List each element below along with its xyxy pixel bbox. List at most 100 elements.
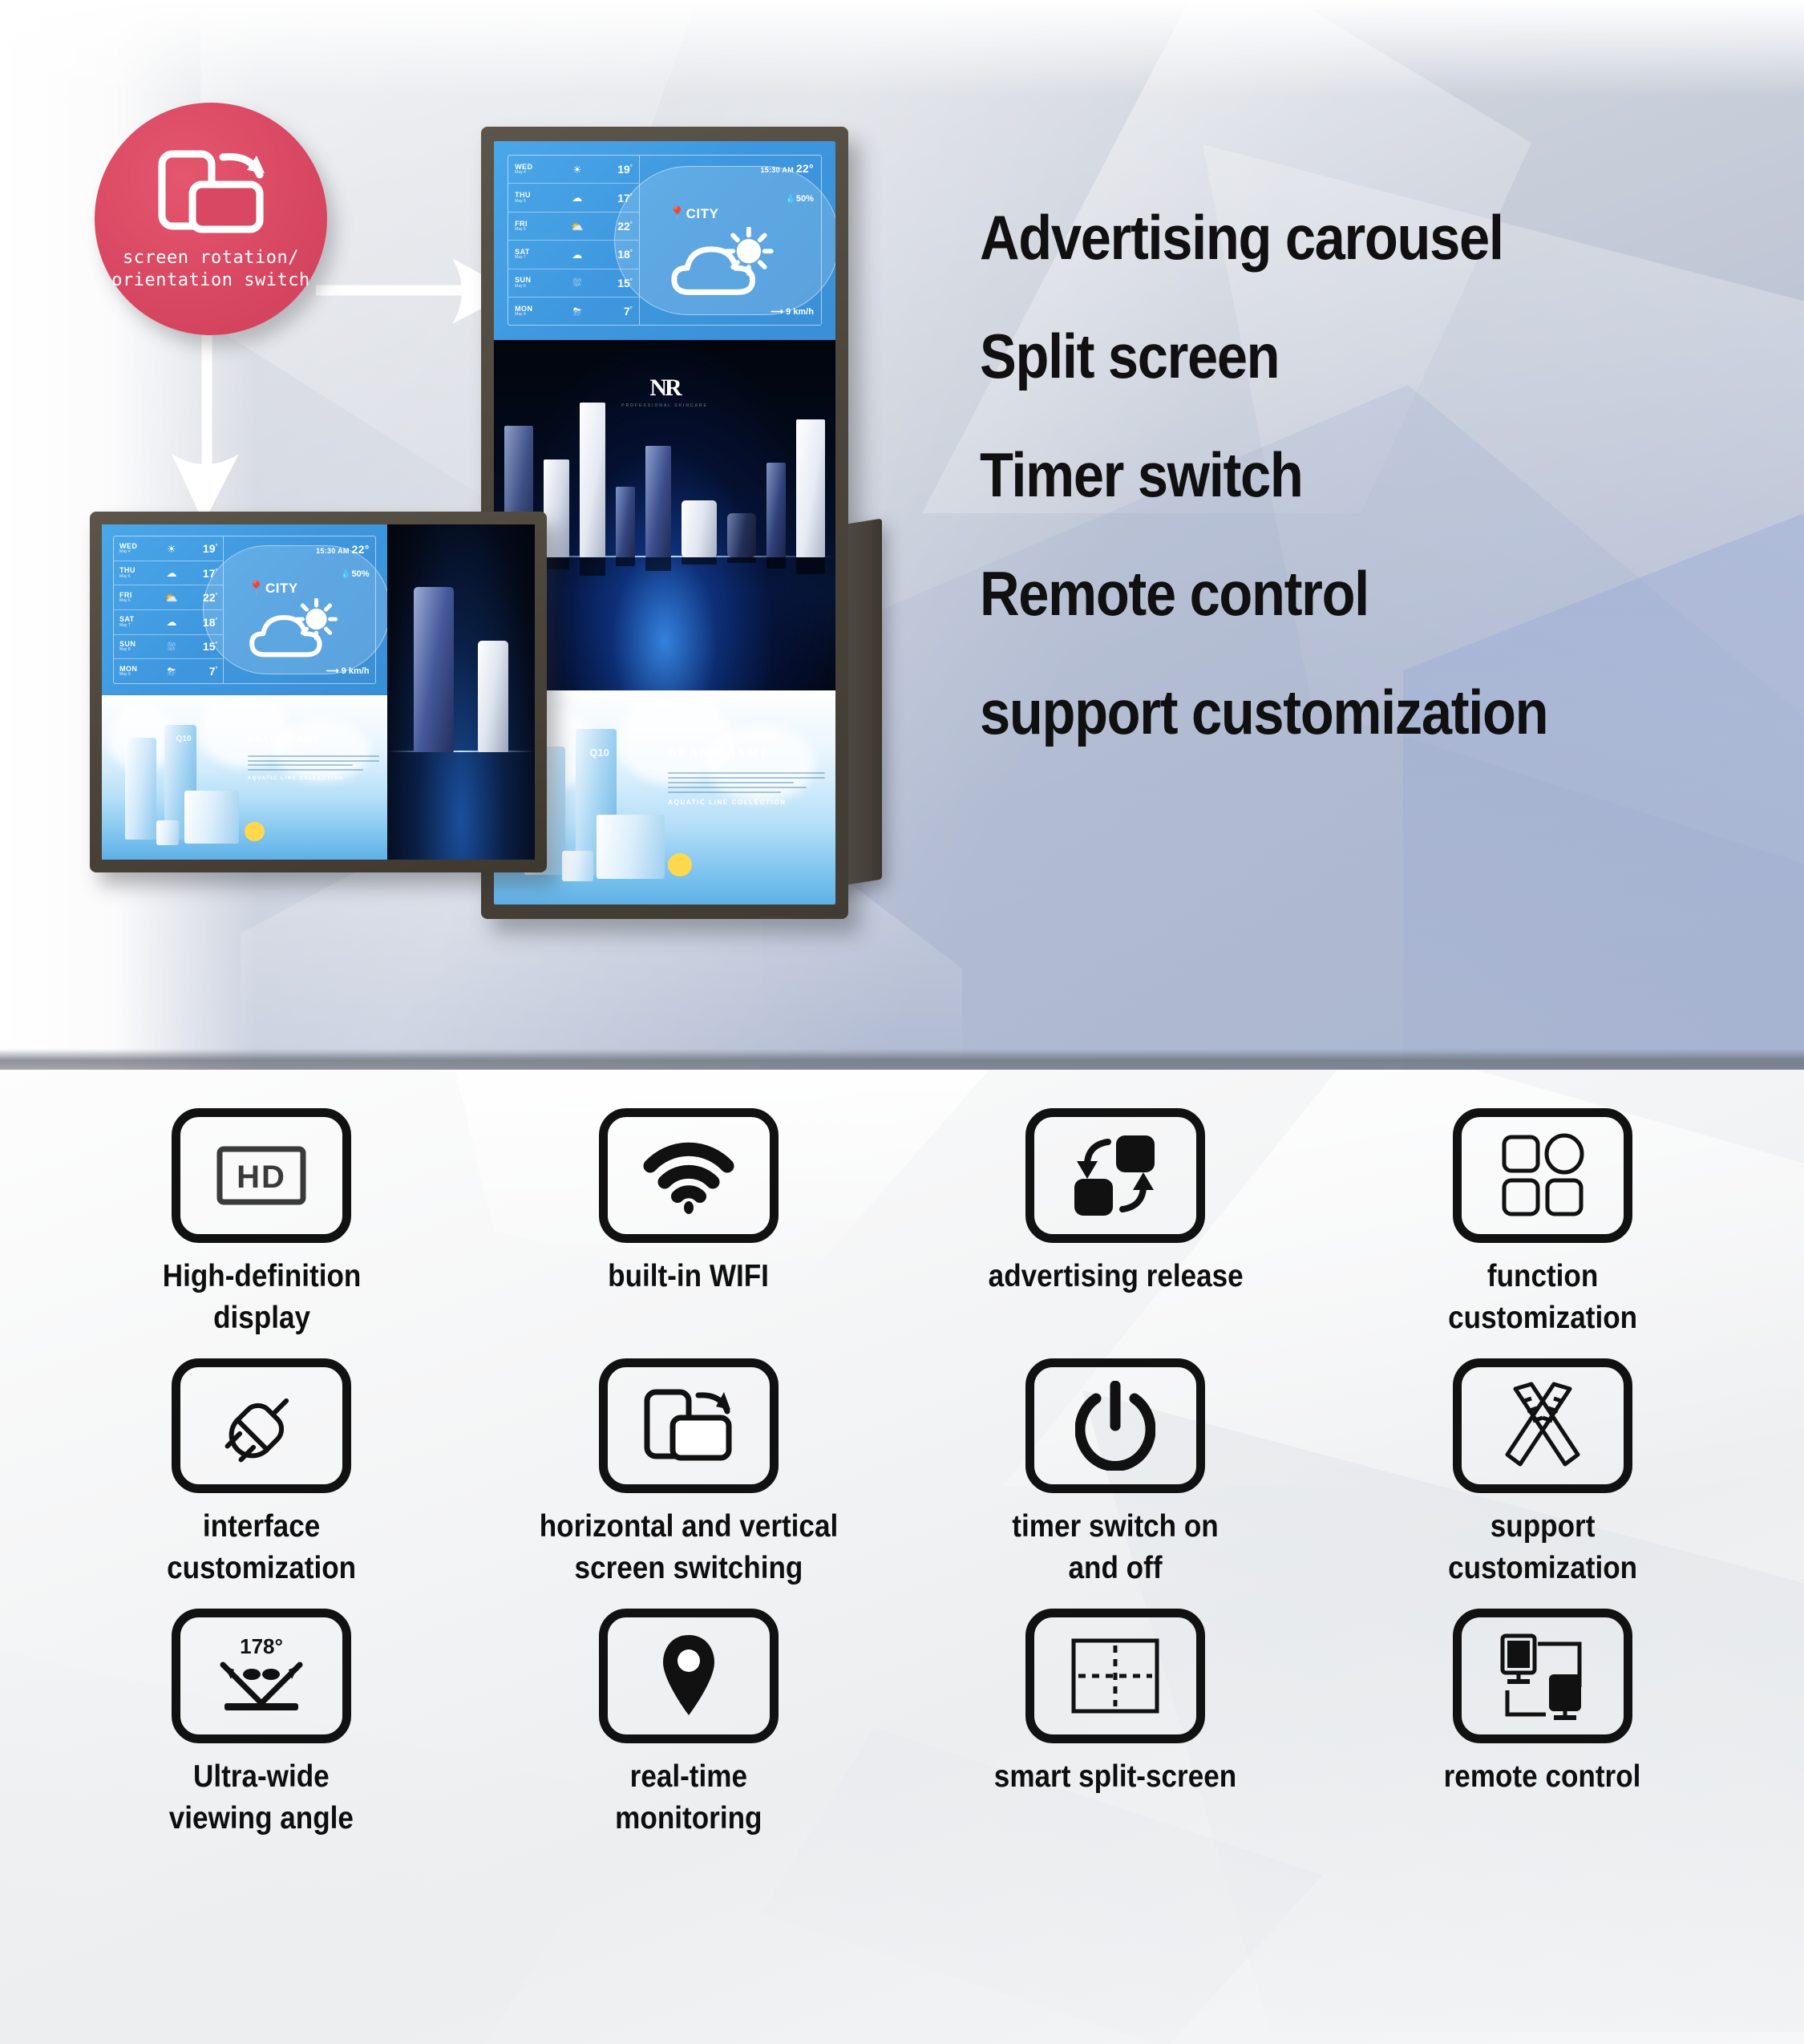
headline-item: Timer switch	[980, 439, 1304, 510]
feature-label: smart split-screen	[994, 1759, 1237, 1794]
weather-wind: 9 km/h	[786, 306, 814, 317]
forecast-row: SUN May 8 ⛆ 15°	[114, 635, 224, 660]
feature-item-advertising-release[interactable]: advertising release	[902, 1108, 1329, 1339]
feature-label: real-time monitoring	[615, 1759, 762, 1836]
forecast-date: May 8	[515, 283, 526, 289]
feature-item-remote-control[interactable]: remote control	[1329, 1609, 1757, 1840]
wifi-icon	[598, 1108, 779, 1243]
weather-city: CITY	[686, 206, 719, 222]
feature-item-support-customization[interactable]: support customization	[1329, 1358, 1757, 1589]
product-tube	[124, 738, 156, 840]
weather-wind: 9 km/h	[341, 666, 370, 676]
forecast-row: WED May 4 ☀ 19°	[114, 536, 224, 561]
display-bezel: WED May 4 ☀ 19° THU May 5 ☁ 17° FRI May …	[90, 512, 547, 872]
product-bottle	[766, 463, 787, 569]
viewing-angle-value: 178°	[240, 1634, 283, 1658]
split-left-column: WED May 4 ☀ 19° THU May 5 ☁ 17° FRI May …	[102, 524, 391, 860]
feature-item-screen-switching[interactable]: horizontal and vertical screen switching	[475, 1358, 903, 1589]
section-divider-shadow	[0, 1049, 1804, 1070]
feature-item-timer-switch[interactable]: timer switch on and off	[902, 1358, 1329, 1589]
product-bottle	[414, 586, 455, 753]
brand-subtitle: COSMETICS	[668, 761, 722, 767]
forecast-date: May 6	[515, 227, 526, 233]
brand-collection: AQUATIC LINE COLLECTION	[668, 799, 787, 807]
ruler-pencil-icon	[1452, 1358, 1632, 1493]
brand-ad-copy: BRAND NAME COSMETICS AQUATIC LINE COLLEC…	[247, 735, 379, 781]
feature-label: remote control	[1443, 1759, 1641, 1794]
snow-cloud-icon: ⛈	[572, 305, 581, 318]
feature-label: interface customization	[167, 1509, 357, 1585]
sun-behind-cloud-icon	[245, 597, 346, 662]
headline-item: support customization	[980, 677, 1549, 747]
forecast-date: May 5	[119, 573, 131, 579]
location-pin-icon	[598, 1609, 779, 1743]
copy-lines	[668, 771, 826, 794]
power-icon	[1025, 1358, 1206, 1493]
feature-item-hd-display[interactable]: HD High-definition display	[48, 1108, 475, 1339]
flower-decoration	[245, 821, 265, 842]
feature-item-realtime-monitoring[interactable]: real-time monitoring	[475, 1609, 903, 1840]
forecast-row: SUN May 8 ⛆ 15°	[508, 269, 639, 298]
sun-cloud-icon: ⛅	[164, 591, 178, 604]
droplet-icon: 💧	[340, 569, 352, 580]
screen-rotation-icon	[151, 146, 271, 241]
snow-cloud-icon: ⛈	[167, 665, 176, 678]
forecast-temp: 7	[208, 665, 216, 678]
forecast-row: MON May 9 ⛈ 7°	[119, 664, 218, 678]
feature-label: High-definition display	[162, 1259, 362, 1335]
feature-label: timer switch on and off	[1012, 1509, 1219, 1585]
product-jar	[184, 791, 240, 844]
feature-item-viewing-angle[interactable]: 178° Ultra-wide viewing angle	[48, 1609, 475, 1840]
viewing-angle-icon: 178°	[172, 1609, 352, 1743]
product-jar	[596, 815, 665, 879]
product-label: Q10	[176, 735, 192, 744]
feature-label: horizontal and vertical screen switching	[539, 1509, 839, 1585]
brand-ad-pane: Q10 BRAND NAME COSMETICS AQUATIC LINE CO…	[102, 695, 388, 860]
remote-control-icon	[1452, 1609, 1632, 1743]
sun-cloud-icon: ⛅	[570, 220, 584, 233]
feature-item-interface-customization[interactable]: interface customization	[48, 1358, 475, 1589]
svg-text:HD: HD	[237, 1160, 286, 1195]
weather-time: 15:30 AM	[760, 166, 795, 175]
copy-lines	[247, 755, 379, 771]
product-bottle	[579, 402, 605, 577]
product-bottle	[543, 459, 569, 569]
forecast-row: MON May 9 ⛈ 7°	[515, 304, 633, 318]
weather-widget: WED May 4 ☀ 19° THU May 5 ☁ 17° FRI May …	[494, 141, 835, 340]
weather-time: 15:30 AM	[316, 546, 350, 555]
split-screen-icon	[1025, 1609, 1206, 1743]
cloud-icon: ☁	[166, 616, 177, 629]
product-bottle	[796, 419, 826, 575]
weather-humidity: 50%	[351, 569, 370, 580]
feature-label: Ultra-wide viewing angle	[169, 1759, 354, 1836]
arrow-to-landscape-display	[172, 313, 239, 523]
forecast-date: May 8	[119, 647, 131, 653]
forecast-date: May 9	[515, 312, 526, 318]
badge-label: screen rotation/ orientation switch	[111, 248, 310, 290]
headline-item: Split screen	[980, 321, 1280, 391]
hd-display-icon: HD	[172, 1108, 352, 1243]
function-customization-icon	[1452, 1108, 1632, 1243]
display-screen[interactable]: WED May 4 ☀ 19° THU May 5 ☁ 17° FRI May …	[102, 524, 535, 860]
headline-item: Advertising carousel	[980, 202, 1504, 273]
weather-current-temp: 22°	[795, 162, 814, 176]
background-highlight-top	[0, 0, 1804, 96]
feature-label: support customization	[1447, 1509, 1637, 1585]
weather-city: CITY	[265, 581, 298, 597]
forecast-row: WED May 4 ☀ 19°	[508, 156, 639, 184]
forecast-temp: 7	[624, 305, 630, 318]
screen-rotation-badge[interactable]: screen rotation/ orientation switch	[95, 103, 327, 335]
product-lineup	[504, 389, 826, 577]
feature-item-function-customization[interactable]: function customization	[1329, 1108, 1757, 1339]
feature-label: advertising release	[988, 1259, 1244, 1293]
product-jar	[681, 500, 718, 565]
weather-current: 15:30 AM 22° 💧50% 📍CITY ⟶ 9 km/h	[202, 536, 391, 683]
forecast-date: May 5	[515, 198, 526, 204]
forecast-date: May 7	[119, 622, 131, 628]
forecast-temp: 19	[617, 163, 630, 176]
feature-item-split-screen[interactable]: smart split-screen	[902, 1609, 1329, 1840]
feature-item-wifi[interactable]: built-in WIFI	[475, 1108, 903, 1339]
forecast-date: May 6	[119, 598, 131, 604]
forecast-date: May 7	[515, 255, 526, 261]
sun-icon: ☀	[572, 163, 582, 176]
